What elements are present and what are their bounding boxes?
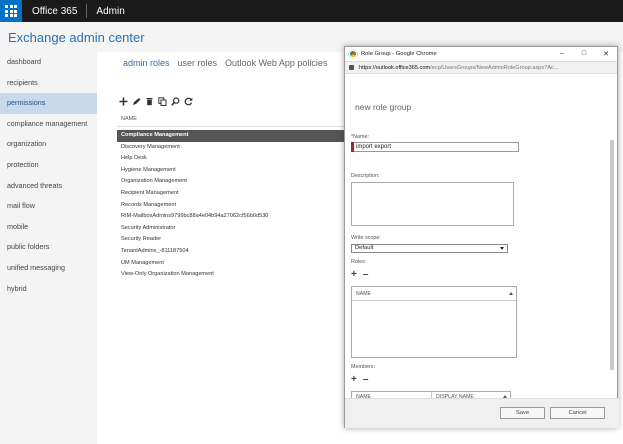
popup-footer: Save Cancel bbox=[345, 398, 619, 428]
write-scope-select[interactable]: Default bbox=[351, 244, 508, 253]
nav-item-organization[interactable]: organization bbox=[0, 134, 97, 155]
delete-icon[interactable] bbox=[145, 97, 154, 106]
window-controls: – □ ✕ bbox=[551, 50, 617, 58]
tab-outlook-web-app-policies[interactable]: Outlook Web App policies bbox=[225, 58, 327, 68]
tab-user-roles[interactable]: user roles bbox=[178, 58, 218, 68]
tab-admin-roles[interactable]: admin roles bbox=[123, 58, 170, 68]
chrome-icon bbox=[349, 50, 357, 58]
remove-role-icon[interactable]: – bbox=[363, 270, 369, 280]
office365-topbar: Office 365 Admin bbox=[0, 0, 623, 22]
app-launcher-icon[interactable] bbox=[0, 0, 22, 22]
list-toolbar bbox=[119, 97, 193, 106]
role-group-row[interactable]: Security Administrator bbox=[117, 223, 345, 235]
role-group-row[interactable]: RIM-MailboxAdmins9799bc88a4e04b94a27062c… bbox=[117, 211, 345, 223]
add-icon[interactable] bbox=[119, 97, 128, 106]
nav-item-unified-messaging[interactable]: unified messaging bbox=[0, 258, 97, 279]
refresh-icon[interactable] bbox=[184, 97, 193, 106]
nav-item-permissions[interactable]: permissions bbox=[0, 93, 97, 114]
sort-ascending-icon bbox=[509, 292, 513, 295]
role-group-popup-window: Role Group - Google Chrome – □ ✕ https:/… bbox=[344, 46, 619, 428]
description-label: Description: bbox=[351, 173, 380, 179]
role-group-list: Compliance Management Discovery Managemen… bbox=[117, 130, 345, 281]
close-icon[interactable]: ✕ bbox=[595, 50, 617, 58]
role-group-row[interactable]: Records Management bbox=[117, 200, 345, 212]
members-label: Members: bbox=[351, 364, 375, 370]
remove-member-icon[interactable]: – bbox=[363, 375, 369, 385]
nav-item-mail-flow[interactable]: mail flow bbox=[0, 196, 97, 217]
roles-grid: NAME bbox=[351, 286, 517, 358]
url-path: /ecp/UsersGroups/NewAdminRoleGroup.aspx?… bbox=[430, 64, 559, 71]
nav-item-protection[interactable]: protection bbox=[0, 155, 97, 176]
role-group-row[interactable]: View-Only Organization Management bbox=[117, 269, 345, 281]
write-scope-value: Default bbox=[355, 245, 374, 251]
popup-form: new role group *Name: import export Desc… bbox=[345, 74, 619, 428]
write-scope-label: Write scope: bbox=[351, 235, 381, 241]
copy-icon[interactable] bbox=[158, 97, 167, 106]
lock-icon bbox=[349, 65, 354, 70]
edit-icon[interactable] bbox=[132, 97, 141, 106]
name-input-value: import export bbox=[356, 144, 392, 150]
name-input[interactable]: import export bbox=[351, 142, 519, 152]
left-navigation: dashboard recipients permissions compliance… bbox=[0, 52, 97, 444]
role-group-row[interactable]: Hygiene Management bbox=[117, 165, 345, 177]
nav-item-recipients[interactable]: recipients bbox=[0, 73, 97, 94]
nav-item-dashboard[interactable]: dashboard bbox=[0, 52, 97, 73]
cancel-button[interactable]: Cancel bbox=[550, 407, 605, 419]
nav-item-hybrid[interactable]: hybrid bbox=[0, 279, 97, 300]
role-group-row[interactable]: Recipient Management bbox=[117, 188, 345, 200]
permissions-tabs: admin roles user roles Outlook Web App pol… bbox=[123, 58, 327, 68]
save-button[interactable]: Save bbox=[500, 407, 545, 419]
form-heading: new role group bbox=[355, 102, 412, 112]
page-title: Exchange admin center bbox=[8, 30, 145, 45]
list-divider bbox=[117, 126, 345, 127]
address-bar[interactable]: https://outlook.office365.com /ecp/Users… bbox=[345, 61, 617, 74]
members-add-remove: + – bbox=[351, 375, 368, 385]
name-label: *Name: bbox=[351, 134, 369, 140]
roles-add-remove: + – bbox=[351, 270, 368, 280]
role-group-row[interactable]: Organization Management bbox=[117, 176, 345, 188]
role-group-row[interactable]: UM Management bbox=[117, 258, 345, 270]
minimize-icon[interactable]: – bbox=[551, 50, 573, 58]
search-icon[interactable] bbox=[171, 97, 180, 106]
nav-item-public-folders[interactable]: public folders bbox=[0, 237, 97, 258]
role-group-row[interactable]: Compliance Management bbox=[117, 130, 345, 142]
role-group-row[interactable]: TenantAdmins_-811187504 bbox=[117, 246, 345, 258]
form-scrollbar[interactable] bbox=[610, 140, 614, 370]
role-group-row[interactable]: Help Desk bbox=[117, 153, 345, 165]
role-group-row[interactable]: Discovery Management bbox=[117, 142, 345, 154]
add-role-icon[interactable]: + bbox=[351, 270, 357, 280]
nav-item-advanced-threats[interactable]: advanced threats bbox=[0, 176, 97, 197]
nav-item-compliance-management[interactable]: compliance management bbox=[0, 114, 97, 135]
roles-label: Roles: bbox=[351, 259, 367, 265]
required-marker bbox=[351, 142, 354, 152]
description-textarea[interactable] bbox=[351, 182, 514, 226]
role-group-row[interactable]: Security Reader bbox=[117, 234, 345, 246]
product-name[interactable]: Office 365 bbox=[32, 6, 77, 17]
roles-grid-header: NAME bbox=[352, 287, 516, 301]
dropdown-arrow-icon bbox=[500, 247, 504, 250]
roles-column-name[interactable]: NAME bbox=[352, 287, 516, 300]
popup-window-title: Role Group - Google Chrome bbox=[361, 51, 437, 57]
add-member-icon[interactable]: + bbox=[351, 375, 357, 385]
nav-item-mobile[interactable]: mobile bbox=[0, 217, 97, 238]
topbar-divider bbox=[86, 4, 88, 18]
section-name[interactable]: Admin bbox=[96, 6, 124, 17]
popup-titlebar[interactable]: Role Group - Google Chrome – □ ✕ bbox=[345, 47, 617, 61]
maximize-icon[interactable]: □ bbox=[573, 50, 595, 58]
list-column-name[interactable]: NAME bbox=[121, 116, 137, 122]
url-host: https://outlook.office365.com bbox=[359, 64, 431, 71]
